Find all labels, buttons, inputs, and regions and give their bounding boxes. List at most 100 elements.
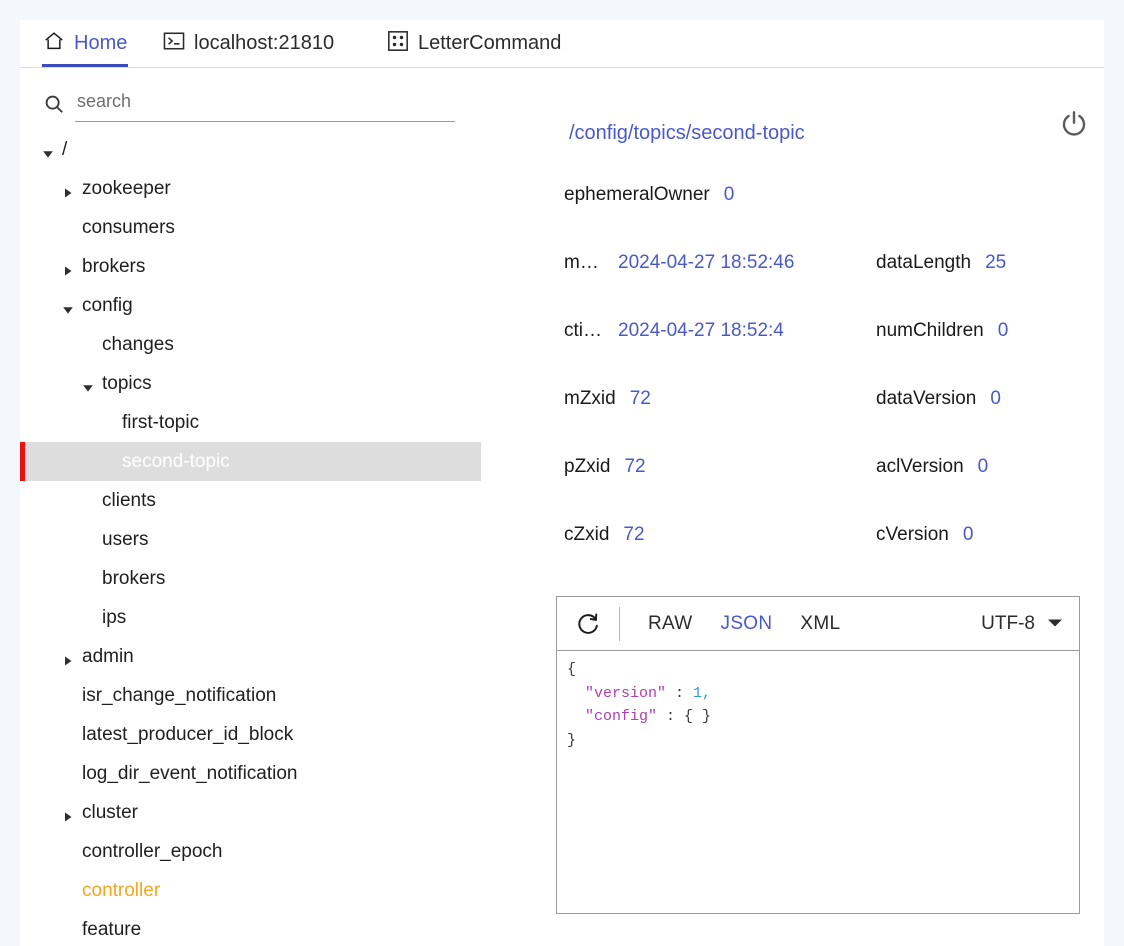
tab-home[interactable]: Home	[31, 20, 139, 67]
refresh-icon[interactable]	[557, 597, 619, 650]
tree-node-cluster[interactable]: cluster	[20, 793, 481, 832]
metadata-ctime: ctime 2024-04-27 18:52:4	[564, 316, 850, 346]
metadata-value: 0	[962, 524, 974, 545]
tree-node-admin[interactable]: admin	[20, 637, 481, 676]
tree-node-label: controller	[82, 879, 161, 901]
viewer-toolbar: RAW JSON XML UTF-8	[557, 597, 1079, 651]
metadata-key: ctime	[564, 320, 602, 341]
tree-node-label: brokers	[102, 567, 166, 589]
tree-node-latest_producer_id_block[interactable]: latest_producer_id_block	[20, 715, 481, 754]
metadata-value: 72	[623, 524, 645, 545]
app-window: Home localhost:21810 LetterCommand searc…	[20, 20, 1104, 946]
metadata-row: mtime 2024-04-27 18:52:46 dataLength 25	[556, 248, 1096, 316]
tree-node-label: feature	[82, 918, 142, 940]
metadata-dataLength: dataLength 25	[876, 248, 1104, 278]
power-icon[interactable]	[1054, 104, 1094, 144]
tab-localhost-label: localhost:21810	[194, 32, 335, 54]
metadata-pZxid: pZxid 72	[564, 452, 834, 482]
tree-node-isr_change_notification[interactable]: isr_change_notification	[20, 676, 481, 715]
metadata-key: aclVersion	[876, 456, 964, 477]
format-xml[interactable]: XML	[800, 613, 840, 635]
tree-node-feature[interactable]: feature	[20, 910, 481, 946]
tree-node-config[interactable]: config	[20, 286, 481, 325]
metadata-value: 2024-04-27 18:52:46	[618, 252, 795, 273]
chevron-right-icon[interactable]	[62, 807, 74, 821]
tree-node-log_dir_event_notification[interactable]: log_dir_event_notification	[20, 754, 481, 793]
chevron-down-icon	[1047, 615, 1063, 633]
tree-node-controller[interactable]: controller	[20, 871, 481, 910]
tree-node-label: config	[82, 294, 133, 316]
encoding-label: UTF-8	[981, 612, 1035, 634]
metadata-key: cZxid	[564, 524, 610, 545]
home-icon	[43, 30, 65, 57]
search-icon[interactable]	[33, 93, 75, 115]
format-raw[interactable]: RAW	[648, 613, 693, 635]
search-input[interactable]	[75, 86, 455, 122]
metadata-key: mZxid	[564, 388, 616, 409]
tree-node-label: changes	[102, 333, 174, 355]
tree-node-users[interactable]: users	[20, 520, 481, 559]
tree-node-[interactable]: /	[20, 130, 481, 169]
search-bar	[33, 82, 473, 126]
metadata-row: ephemeralOwner 0	[556, 180, 1096, 248]
node-path: /config/topics/second-topic	[569, 122, 805, 144]
tree-node-label: controller_epoch	[82, 840, 223, 862]
tab-bar: Home localhost:21810 LetterCommand	[20, 20, 1104, 68]
metadata-key: ephemeralOwner	[564, 184, 710, 205]
tree-node-second-topic[interactable]: second-topic	[20, 442, 481, 481]
metadata-value: 25	[985, 252, 1007, 273]
metadata-value: 72	[629, 388, 651, 409]
chevron-right-icon[interactable]	[62, 261, 74, 275]
tree-node-brokers[interactable]: brokers	[20, 247, 481, 286]
metadata-key: mtime	[564, 252, 602, 273]
node-tree[interactable]: / zookeeper consumers brokers config changes t…	[20, 130, 481, 946]
metadata-mtime: mtime 2024-04-27 18:52:46	[564, 248, 850, 278]
tree-node-topics[interactable]: topics	[20, 364, 481, 403]
metadata-dataVersion: dataVersion 0	[876, 384, 1104, 414]
metadata-value: 2024-04-27 18:52:4	[618, 320, 784, 341]
dice-icon	[387, 30, 409, 57]
tree-node-label: cluster	[82, 801, 138, 823]
metadata-value: 0	[990, 388, 1001, 409]
metadata-ephemeralOwner: ephemeralOwner 0	[564, 180, 834, 210]
tree-node-label: /	[62, 138, 68, 160]
metadata-key: dataVersion	[876, 388, 977, 409]
tree-node-first-topic[interactable]: first-topic	[20, 403, 481, 442]
tree-node-zookeeper[interactable]: zookeeper	[20, 169, 481, 208]
chevron-down-icon[interactable]	[62, 300, 74, 314]
tree-node-label: latest_producer_id_block	[82, 723, 294, 745]
tree-node-label: admin	[82, 645, 134, 667]
tab-localhost[interactable]: localhost:21810	[151, 20, 346, 67]
tree-node-consumers[interactable]: consumers	[20, 208, 481, 247]
tree-node-brokers[interactable]: brokers	[20, 559, 481, 598]
tree-node-clients[interactable]: clients	[20, 481, 481, 520]
metadata-row: ctime 2024-04-27 18:52:4 numChildren 0	[556, 316, 1096, 384]
tab-home-label: Home	[74, 32, 128, 54]
tab-letter-command-label: LetterCommand	[418, 32, 562, 54]
detail-panel: /config/topics/second-topic ephemeralOwn…	[520, 68, 1104, 946]
chevron-right-icon[interactable]	[62, 183, 74, 197]
metadata-key: pZxid	[564, 456, 611, 477]
metadata-value: 0	[977, 456, 989, 477]
chevron-down-icon[interactable]	[42, 144, 54, 158]
metadata-numChildren: numChildren 0	[876, 316, 1104, 346]
chevron-right-icon[interactable]	[62, 651, 74, 665]
metadata-key: numChildren	[876, 320, 984, 341]
chevron-down-icon[interactable]	[82, 378, 94, 392]
metadata-key: cVersion	[876, 524, 949, 545]
format-json[interactable]: JSON	[721, 613, 773, 635]
metadata-key: dataLength	[876, 252, 972, 273]
metadata-cVersion: cVersion 0	[876, 520, 1104, 550]
encoding-select[interactable]: UTF-8	[981, 597, 1063, 650]
tree-panel: / zookeeper consumers brokers config changes t…	[20, 68, 481, 946]
tree-node-changes[interactable]: changes	[20, 325, 481, 364]
content-text[interactable]: { "version" : 1, "config" : { } }	[557, 651, 1079, 760]
tree-node-label: topics	[102, 372, 152, 394]
tree-node-label: consumers	[82, 216, 175, 238]
metadata-aclVersion: aclVersion 0	[876, 452, 1104, 482]
tree-node-controller_epoch[interactable]: controller_epoch	[20, 832, 481, 871]
metadata-value: 0	[723, 184, 735, 205]
tab-letter-command[interactable]: LetterCommand	[375, 20, 573, 67]
tree-node-label: second-topic	[122, 450, 230, 472]
tree-node-ips[interactable]: ips	[20, 598, 481, 637]
